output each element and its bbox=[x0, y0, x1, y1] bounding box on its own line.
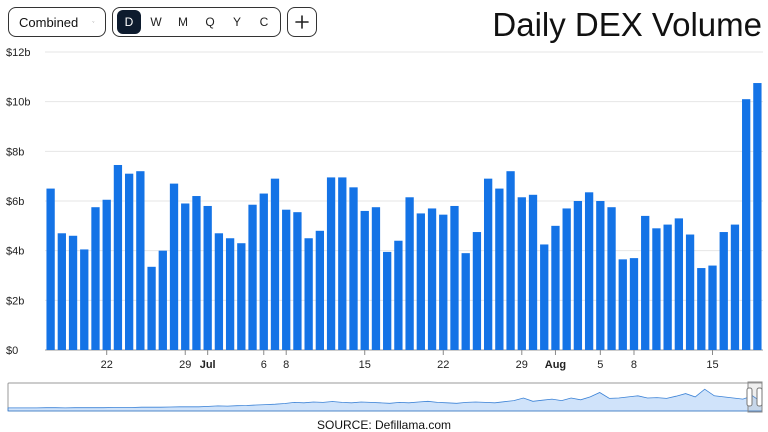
bar bbox=[315, 230, 325, 350]
bar bbox=[169, 183, 179, 350]
bar-chart: $0 $2b $4b $6b $8b $10b $12b 22 29 Jul 6 8 15 22 29 Aug… bbox=[6, 47, 763, 413]
bar bbox=[472, 232, 482, 350]
bar bbox=[192, 196, 201, 350]
bar bbox=[719, 232, 728, 350]
x-tick-label: 22 bbox=[437, 359, 449, 371]
bar bbox=[517, 197, 526, 350]
bar bbox=[237, 243, 246, 350]
bar bbox=[629, 258, 639, 350]
bar bbox=[203, 205, 212, 350]
brush-handle-left[interactable] bbox=[746, 387, 753, 407]
y-tick-label: $12b bbox=[6, 47, 30, 59]
bar bbox=[371, 207, 381, 350]
bar bbox=[136, 171, 145, 350]
bar bbox=[685, 234, 695, 350]
bar bbox=[427, 208, 437, 350]
bar bbox=[596, 201, 605, 350]
bar bbox=[158, 250, 167, 350]
bar bbox=[416, 213, 425, 350]
bar bbox=[439, 214, 448, 350]
bar bbox=[214, 233, 224, 350]
bar bbox=[124, 173, 134, 350]
bar bbox=[270, 178, 280, 350]
bar bbox=[80, 249, 89, 350]
y-tick-label: $6b bbox=[6, 196, 24, 208]
bar bbox=[641, 215, 650, 350]
bar bbox=[248, 204, 257, 350]
bar bbox=[584, 192, 594, 350]
x-tick-label: 8 bbox=[283, 359, 289, 371]
bar bbox=[753, 83, 762, 351]
bar bbox=[562, 208, 571, 350]
x-tick-label: 29 bbox=[179, 359, 191, 371]
bar bbox=[326, 177, 336, 350]
bar bbox=[618, 259, 627, 350]
bar bbox=[461, 253, 470, 350]
bar bbox=[259, 193, 268, 350]
y-tick-label: $2b bbox=[6, 295, 24, 307]
x-tick-label: Aug bbox=[545, 359, 566, 371]
bar bbox=[68, 235, 78, 350]
bar bbox=[674, 218, 684, 350]
bar bbox=[708, 265, 717, 350]
x-tick-label: Jul bbox=[200, 359, 216, 371]
x-tick-label: 15 bbox=[359, 359, 371, 371]
bar bbox=[147, 266, 156, 350]
bar bbox=[652, 228, 661, 350]
bar bbox=[46, 188, 55, 350]
bar bbox=[495, 188, 504, 350]
bar bbox=[483, 178, 493, 350]
bar bbox=[394, 240, 403, 350]
bar bbox=[607, 207, 616, 350]
y-tick-label: $8b bbox=[6, 146, 24, 158]
bar bbox=[663, 224, 672, 350]
bar bbox=[383, 251, 392, 350]
bar bbox=[697, 268, 706, 350]
bar bbox=[91, 207, 100, 350]
x-tick-label: 8 bbox=[631, 359, 637, 371]
x-tick-label: 15 bbox=[706, 359, 718, 371]
bar bbox=[551, 225, 560, 350]
bar bbox=[450, 205, 459, 350]
bar bbox=[181, 203, 190, 350]
x-tick-label: 22 bbox=[101, 359, 113, 371]
bar bbox=[360, 210, 369, 350]
bar bbox=[506, 171, 515, 350]
bar bbox=[113, 164, 123, 350]
source-caption: SOURCE: Defillama.com bbox=[316, 418, 452, 432]
bar bbox=[573, 201, 583, 350]
x-tick-label: 29 bbox=[516, 359, 528, 371]
brush-handle-right[interactable] bbox=[756, 387, 763, 407]
y-tick-label: $0 bbox=[6, 345, 18, 357]
bar bbox=[349, 187, 358, 350]
bar bbox=[540, 244, 549, 350]
bar bbox=[225, 238, 235, 350]
bar bbox=[528, 194, 538, 350]
y-tick-label: $4b bbox=[6, 246, 24, 258]
bar bbox=[293, 212, 302, 350]
bar bbox=[102, 199, 111, 350]
x-tick-label: 6 bbox=[261, 359, 267, 371]
y-tick-label: $10b bbox=[6, 97, 30, 109]
bar bbox=[742, 99, 751, 350]
x-tick-label: 5 bbox=[597, 359, 603, 371]
bar bbox=[405, 197, 414, 350]
bar bbox=[282, 209, 291, 350]
bar bbox=[57, 233, 66, 350]
bar bbox=[730, 224, 740, 350]
bar bbox=[338, 177, 347, 350]
bar bbox=[304, 238, 313, 350]
